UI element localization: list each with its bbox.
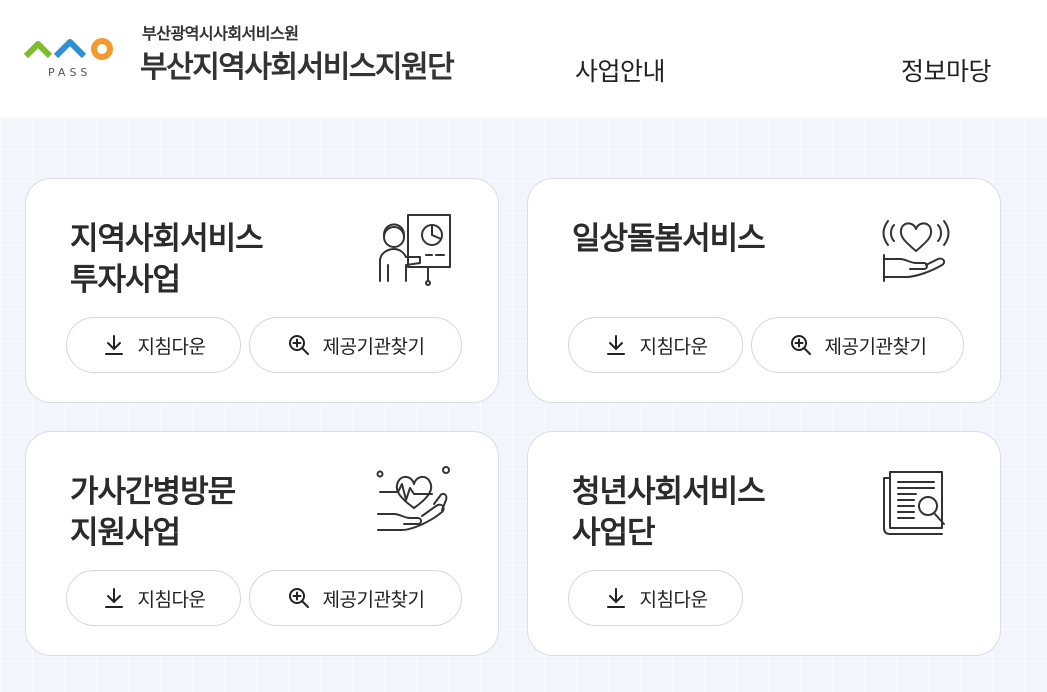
nav-info-board[interactable]: 정보마당 <box>901 52 992 88</box>
find-provider-button[interactable]: 제공기관찾기 <box>751 317 964 373</box>
download-icon <box>606 588 625 608</box>
download-icon <box>104 335 123 355</box>
find-label: 제공기관찾기 <box>824 335 927 358</box>
card-title: 지역사회서비스 투자사업 <box>70 221 264 298</box>
download-guide-button[interactable]: 지침다운 <box>568 317 743 373</box>
download-label: 지침다운 <box>137 588 206 611</box>
document-search-icon <box>883 471 945 535</box>
card-community-service: 지역사회서비스 투자사업 지침다운 제공기관찾기 <box>25 178 499 403</box>
card-home-care-visit: 가사간병방문 지원사업 지침다운 제공기관찾기 <box>25 431 499 656</box>
site-header: PASS 부산광역시사회서비스원 부산지역사회서비스지원단 사업안내 정보마당 <box>0 0 1047 117</box>
zoom-in-icon <box>288 335 309 355</box>
download-guide-button[interactable]: 지침다운 <box>66 317 241 373</box>
download-icon <box>606 335 625 355</box>
nav-business-info[interactable]: 사업안내 <box>575 52 666 88</box>
find-provider-button[interactable]: 제공기관찾기 <box>249 570 462 626</box>
download-label: 지침다운 <box>639 335 708 358</box>
card-title: 일상돌봄서비스 <box>572 221 766 257</box>
download-label: 지침다운 <box>639 588 708 611</box>
zoom-in-icon <box>790 335 811 355</box>
zoom-in-icon <box>288 588 309 608</box>
pass-logo[interactable]: PASS <box>22 34 126 80</box>
download-guide-button[interactable]: 지침다운 <box>66 570 241 626</box>
find-provider-button[interactable]: 제공기관찾기 <box>249 317 462 373</box>
logo-text: PASS <box>48 66 91 79</box>
download-icon <box>104 588 123 608</box>
find-label: 제공기관찾기 <box>322 588 425 611</box>
card-title: 가사간병방문 지원사업 <box>70 474 236 551</box>
org-subtitle: 부산광역시사회서비스원 <box>142 24 299 43</box>
card-daily-care: 일상돌봄서비스 지침다운 제공기관찾기 <box>527 178 1001 403</box>
card-youth-service: 청년사회서비스 사업단 지침다운 <box>527 431 1001 656</box>
card-title: 청년사회서비스 사업단 <box>572 474 766 551</box>
org-title[interactable]: 부산지역사회서비스지원단 <box>140 42 455 86</box>
download-label: 지침다운 <box>137 335 206 358</box>
presentation-icon <box>379 214 451 286</box>
heartbeat-hand-icon <box>376 466 450 531</box>
download-guide-button[interactable]: 지침다운 <box>568 570 743 626</box>
find-label: 제공기관찾기 <box>322 335 425 358</box>
hand-heart-icon <box>882 220 950 282</box>
